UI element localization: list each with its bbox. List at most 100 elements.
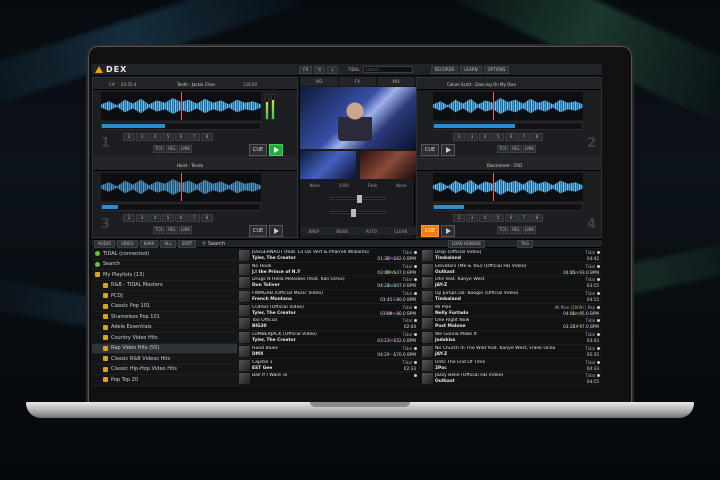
sort-button[interactable]: SORT xyxy=(177,239,197,248)
deck-1-tcx-button[interactable]: TCX xyxy=(153,144,165,153)
deck-1-bar-7[interactable]: 7 xyxy=(188,132,200,141)
deck-2-bar-7[interactable]: 7 xyxy=(518,132,530,141)
karaoke-filter-button[interactable]: KARA xyxy=(139,239,159,248)
audio-filter-button[interactable]: AUDIO xyxy=(94,239,116,248)
deck-3-cue-button[interactable]: CUE xyxy=(249,225,267,237)
deck-3-bar-2[interactable]: 2 xyxy=(123,213,135,222)
library-item[interactable]: Classic Hip-Hop Video Hits xyxy=(92,365,237,375)
library-item[interactable]: Country Video Hits xyxy=(92,333,237,344)
deck-1-play-button[interactable] xyxy=(269,144,283,156)
track-row[interactable]: We Gonna Make It Jadakiss 03:43 Tidal xyxy=(421,331,601,345)
library-item[interactable]: Rap Video Hits (50) xyxy=(92,343,237,354)
video-thumb-left[interactable] xyxy=(300,151,356,179)
library-item[interactable]: PCDJ xyxy=(92,291,237,302)
deck-3-play-button[interactable] xyxy=(269,225,283,237)
library-item[interactable]: My Playlists (13) xyxy=(92,270,237,281)
track-row[interactable]: Too Official BIG30 02:44 Tidal xyxy=(238,317,418,332)
brkp-button[interactable]: BRKP xyxy=(309,229,320,234)
deck-3-bar-8[interactable]: 8 xyxy=(201,213,213,222)
library-item[interactable]: Adele Essentials xyxy=(92,323,237,333)
deck-2-tcx-button[interactable]: TCX xyxy=(497,144,509,153)
options-button[interactable]: OPTIONS xyxy=(483,65,510,74)
top-search-input[interactable]: search xyxy=(362,66,413,73)
deck-4-bar-8[interactable]: 8 xyxy=(531,213,543,222)
deck-2-bar-4[interactable]: 4 xyxy=(479,132,491,141)
track-row[interactable]: LUMBERJACK (Official Video) Tyler, The Cr… xyxy=(238,331,418,345)
deck-4-play-button[interactable] xyxy=(441,225,455,237)
load-karaoke-button[interactable]: LOAD KONOSE xyxy=(447,239,485,248)
deck-1-bar-2[interactable]: 2 xyxy=(123,132,135,141)
deck-2-waveform[interactable] xyxy=(433,92,583,120)
deck-4-bar-7[interactable]: 7 xyxy=(518,213,530,222)
deck-1-cue-button[interactable]: CUE xyxy=(249,144,267,156)
auto-button[interactable]: AUTO xyxy=(366,229,377,234)
video-crossfader[interactable] xyxy=(330,195,386,203)
track-row[interactable]: CORSO (Official Video) Tyler, The Creator… xyxy=(238,304,418,318)
library-item[interactable]: Classic Pop 101 xyxy=(92,302,237,312)
deck-3-bar-6[interactable]: 6 xyxy=(175,213,187,222)
deck-1-overview[interactable] xyxy=(101,122,261,130)
deck-3-bar-3[interactable]: 3 xyxy=(136,213,148,222)
news-button[interactable]: NEWS xyxy=(336,229,348,234)
deck-1-waveform[interactable] xyxy=(101,92,261,120)
library-item[interactable]: Pop Top 20 xyxy=(92,375,237,386)
tab-mix[interactable]: MIX xyxy=(377,77,417,86)
all-filter-button[interactable]: ALL xyxy=(160,239,176,248)
track-row[interactable]: Drugs N Hella Melodies (feat. Kali Uchis… xyxy=(238,276,418,291)
fx-tab-button[interactable]: FX xyxy=(299,65,313,74)
deck-2-cue-button[interactable]: CUE xyxy=(421,144,439,156)
deck-1-bar-6[interactable]: 6 xyxy=(175,132,187,141)
audio-crossfader[interactable] xyxy=(330,209,386,217)
library-item[interactable]: Search xyxy=(92,260,237,270)
deck-4-overview[interactable] xyxy=(433,203,583,211)
deck-4-cue-button[interactable]: CUE xyxy=(421,225,439,237)
learn-button[interactable]: LEARN xyxy=(460,65,482,74)
deck-2-link-button[interactable]: LINK xyxy=(523,144,537,153)
track-row[interactable]: FWMGAB (Official Music Video) French Mont… xyxy=(238,290,418,304)
tag-button[interactable]: TAG xyxy=(516,239,533,248)
deck-1-bar-4[interactable]: 4 xyxy=(149,132,161,141)
deck-1-link-button[interactable]: LINK xyxy=(179,144,193,153)
records-button[interactable]: RECORDS xyxy=(430,65,459,74)
library-item[interactable]: R&B - TIDAL Masters xyxy=(92,281,237,291)
deck-2-bar-2[interactable]: 2 xyxy=(453,132,465,141)
deck-4-bar-6[interactable]: 6 xyxy=(505,213,517,222)
deck-3-tcx-button[interactable]: TCX xyxy=(153,225,165,234)
deck-2-bar-5[interactable]: 5 xyxy=(492,132,504,141)
track-row[interactable]: No Church In The Wild feat. Kanye West, … xyxy=(421,345,601,359)
track-row[interactable]: Hood Blues DMX A 04:29 - 170.0 BPM Tidal xyxy=(238,345,418,359)
deck-3-rel-button[interactable]: REL xyxy=(166,225,178,234)
track-row[interactable]: JUGGERNAUT (feat. Lil Uzi Vert & Pharrel… xyxy=(238,249,418,263)
library-item[interactable]: TIDAL (connected) xyxy=(92,249,237,260)
clean-button[interactable]: CLEAN xyxy=(394,229,407,234)
track-row[interactable]: No Hook J.I the Prince of N.Y F#m 03:00 - 1… xyxy=(238,263,418,277)
video-preview-main[interactable] xyxy=(300,87,416,149)
deck-3-waveform[interactable] xyxy=(101,173,261,201)
track-row[interactable]: Ball If I Want To xyxy=(238,372,418,386)
track-row[interactable]: Otis feat. Kanye West JAY-Z 03:15 Tidal xyxy=(421,276,601,291)
deck-3-bar-4[interactable]: 4 xyxy=(149,213,161,222)
deck-1-bar-3[interactable]: 3 xyxy=(136,132,148,141)
deck-1-rel-button[interactable]: REL xyxy=(166,144,178,153)
track-row[interactable]: Until The End Of Time 2Pac 04:33 Tidal xyxy=(421,359,601,373)
deck-1-bar-8[interactable]: 8 xyxy=(201,132,213,141)
video-thumb-right[interactable] xyxy=(360,151,416,179)
deck-2-overview[interactable] xyxy=(433,122,583,130)
library-item[interactable]: Shameless Pop 101 xyxy=(92,312,237,323)
deck-4-bar-5[interactable]: 5 xyxy=(492,213,504,222)
tab-fx[interactable]: FX xyxy=(339,77,378,86)
deck-4-waveform[interactable] xyxy=(433,173,583,201)
library-item[interactable]: Classic R&B Videos Hits xyxy=(92,354,237,365)
track-row[interactable]: Mi Plan Nelly Furtado Am 04:01 - 95.0 BPM Mi… xyxy=(421,304,601,318)
deck-4-rel-button[interactable]: REL xyxy=(510,225,522,234)
track-row[interactable]: Jazzy Belle (Official HD Video) Outkast 04… xyxy=(421,372,601,386)
deck-1-bar-5[interactable]: 5 xyxy=(162,132,174,141)
deck-3-overview[interactable] xyxy=(101,203,261,211)
deck-3-bar-5[interactable]: 5 xyxy=(162,213,174,222)
deck-4-tcx-button[interactable]: TCX xyxy=(497,225,509,234)
deck-2-bar-8[interactable]: 8 xyxy=(531,132,543,141)
track-row[interactable]: Up Jumps Da' Boogie (Official Video) Timb… xyxy=(421,290,601,304)
deck-3-bar-7[interactable]: 7 xyxy=(188,213,200,222)
deck-4-bar-3[interactable]: 3 xyxy=(466,213,478,222)
deck-4-bar-4[interactable]: 4 xyxy=(479,213,491,222)
